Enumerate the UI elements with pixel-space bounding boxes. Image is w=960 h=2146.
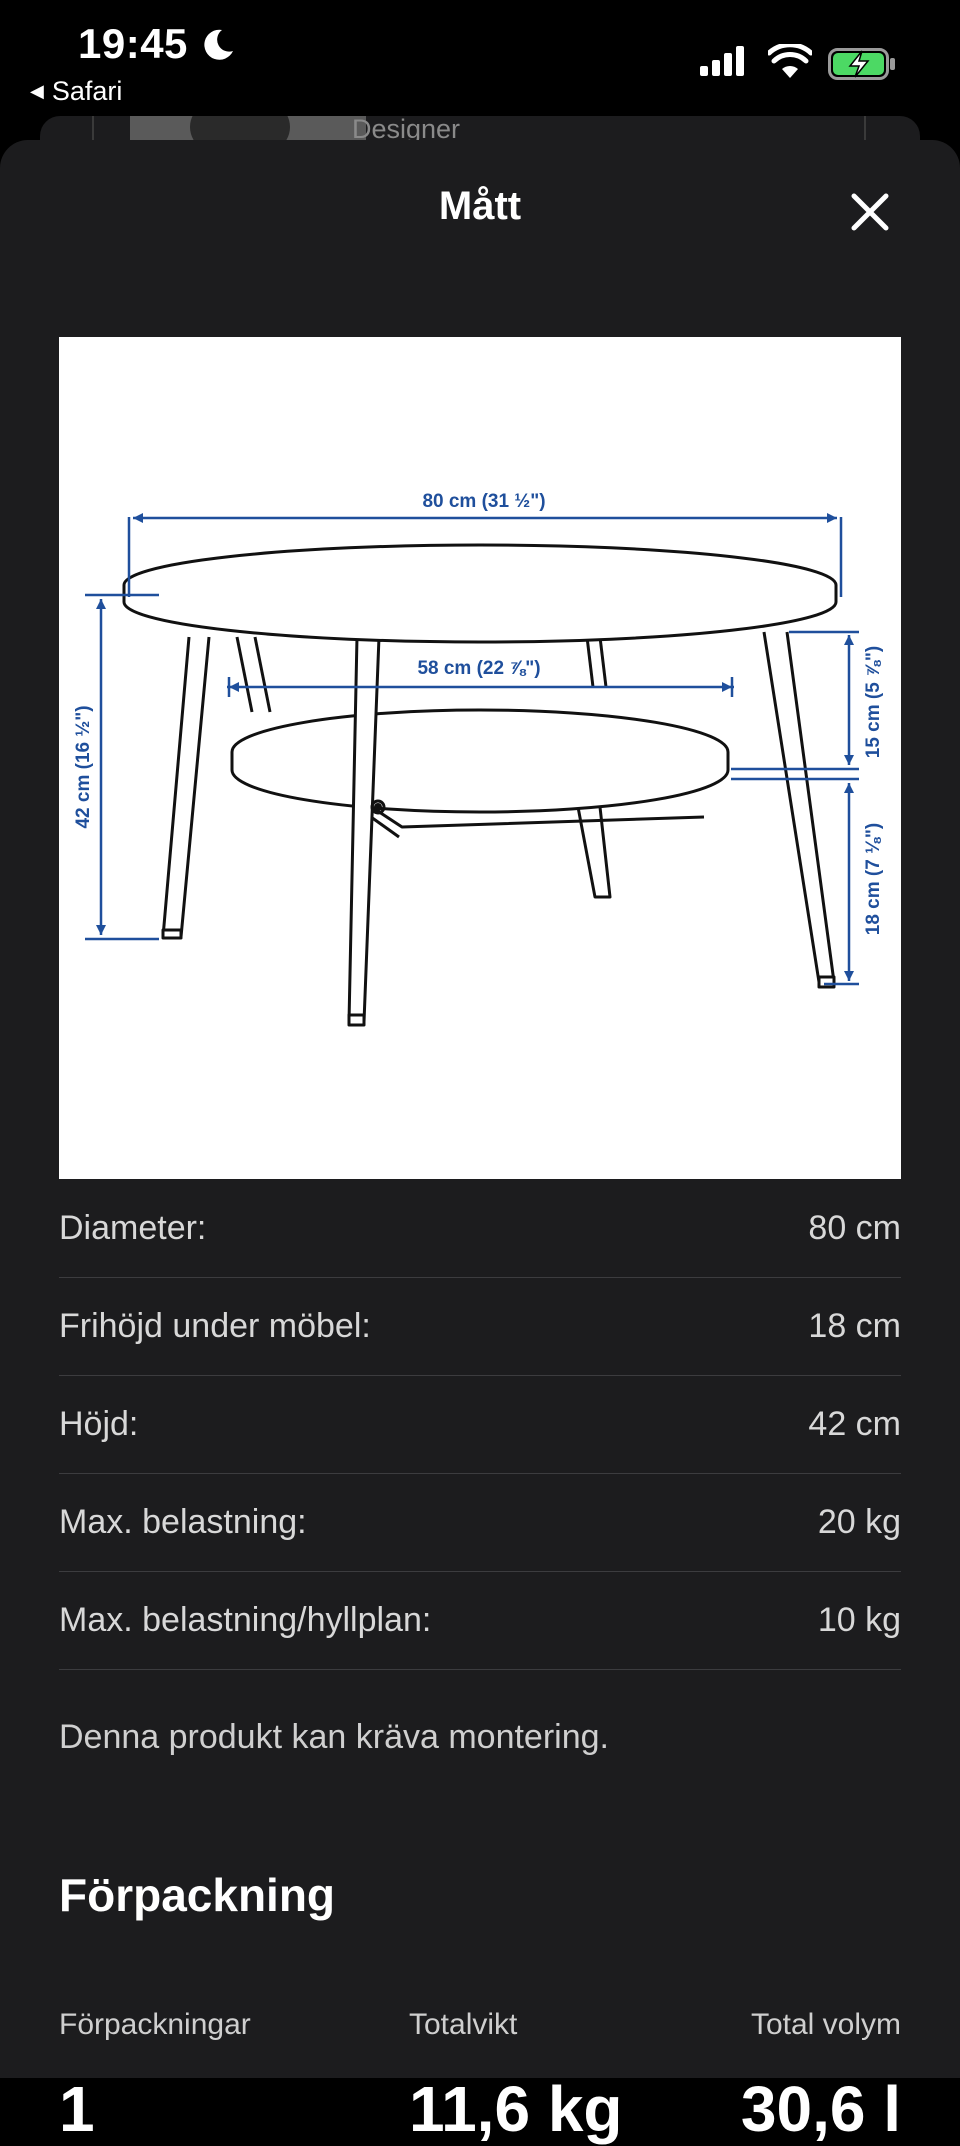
spec-value: 18 cm — [808, 1307, 901, 1345]
spec-value: 80 cm — [808, 1209, 901, 1247]
packaging-volume-label: Total volym — [750, 2008, 901, 2041]
packaging-weight-value: 11,6 kg — [409, 2073, 623, 2145]
spec-value: 20 kg — [817, 1503, 901, 1541]
dimension-label-clearance: 18 cm (7 ⅛") — [863, 823, 884, 936]
spec-value: 10 kg — [817, 1601, 901, 1639]
dimension-label-width: 80 cm (31 ½") — [422, 491, 545, 512]
back-to-app-link[interactable]: ◀ Safari — [30, 76, 122, 107]
spec-label: Max. belastning: — [59, 1503, 307, 1541]
sheet-title: Mått — [438, 184, 522, 228]
spec-label: Höjd: — [59, 1405, 139, 1443]
dimension-label-height: 42 cm (16 ½") — [73, 705, 94, 828]
battery-charging-icon — [828, 48, 895, 80]
packaging-count-value: 1 — [59, 2073, 95, 2145]
specs-list: Diameter: 80 cm Frihöjd under möbel: 18 … — [59, 1180, 901, 1670]
status-bar: 19:45 ◀ Safari — [0, 0, 960, 120]
wifi-icon — [768, 44, 812, 78]
dimension-diagram: 80 cm (31 ½") 58 cm (22 ⅞") 42 cm (16 ½"… — [59, 337, 901, 1179]
spec-label: Frihöjd under möbel: — [59, 1307, 371, 1345]
back-app-label: Safari — [51, 76, 123, 106]
packaging-count-label: Förpackningar — [59, 2008, 251, 2041]
dimension-label-shelf-width: 58 cm (22 ⅞") — [417, 658, 540, 679]
back-triangle-icon: ◀ — [30, 81, 44, 101]
spec-row-diameter: Diameter: 80 cm — [59, 1180, 901, 1278]
cellular-signal-icon — [700, 46, 744, 76]
dimensions-sheet: Mått 80 cm (31 ½") 58 cm (22 ⅞") 42 cm (… — [0, 140, 960, 2145]
packaging-volume-value: 30,6 l — [740, 2073, 901, 2145]
packaging-summary: Förpackningar 1 Totalvikt 11,6 kg Total … — [59, 2008, 901, 2145]
status-time: 19:45 — [78, 20, 188, 67]
spec-value: 42 cm — [808, 1405, 901, 1443]
dimension-label-shelf-gap: 15 cm (5 ⅞") — [863, 646, 884, 759]
moon-icon — [204, 29, 233, 60]
packaging-weight-label: Totalvikt — [409, 2008, 518, 2041]
table-drawing: 80 cm (31 ½") 58 cm (22 ⅞") 42 cm (16 ½"… — [73, 491, 884, 1027]
assembly-note: Denna produkt kan kräva montering. — [59, 1718, 609, 1756]
spec-label: Max. belastning/hyllplan: — [59, 1601, 432, 1639]
spec-row-max-load-shelf: Max. belastning/hyllplan: 10 kg — [59, 1572, 901, 1670]
packaging-title: Förpackning — [59, 1869, 336, 1921]
spec-row-clearance: Frihöjd under möbel: 18 cm — [59, 1278, 901, 1376]
spec-row-max-load: Max. belastning: 20 kg — [59, 1474, 901, 1572]
close-icon[interactable] — [848, 190, 892, 234]
spec-row-height: Höjd: 42 cm — [59, 1376, 901, 1474]
spec-label: Diameter: — [59, 1209, 207, 1247]
